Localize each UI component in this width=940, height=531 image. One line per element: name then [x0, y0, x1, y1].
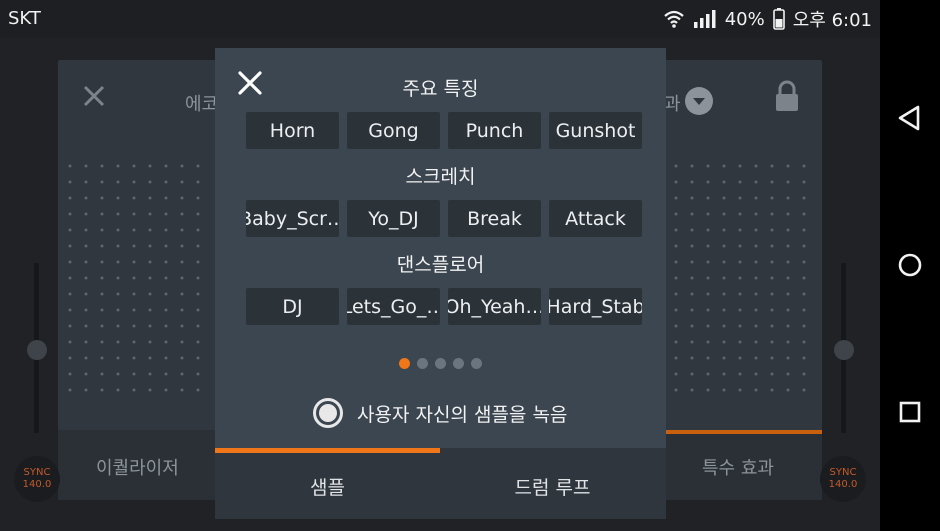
page-dot-3[interactable]	[435, 358, 446, 369]
wifi-icon	[663, 9, 685, 29]
modal-tab-bar: 샘플 드럼 루프	[215, 448, 666, 519]
bg-close-icon	[80, 82, 108, 110]
sample-button-dj[interactable]: DJ	[246, 288, 339, 325]
sample-button-break[interactable]: Break	[448, 200, 541, 237]
bg-effect-label: 에코	[185, 94, 219, 115]
recent-apps-icon[interactable]	[894, 396, 926, 428]
main-features-row: Horn Gong Punch Gunshot	[246, 112, 642, 149]
sample-button-hard-stab[interactable]: Hard_Stab	[549, 288, 642, 325]
home-icon[interactable]	[894, 249, 926, 281]
record-own-sample-label: 사용자 자신의 샘플을 녹음	[357, 403, 568, 426]
record-radio-icon[interactable]	[313, 398, 343, 428]
dancefloor-row: DJ Lets_Go_… Oh_Yeah… Hard_Stab	[246, 288, 642, 325]
right-pad-grid	[668, 158, 818, 398]
record-radio-dot	[319, 404, 337, 422]
sample-picker-dialog: 주요 특징 Horn Gong Punch Gunshot 스크레치 Baby_…	[215, 48, 666, 519]
chevron-down-icon	[684, 86, 714, 120]
carrier-label: SKT	[8, 8, 41, 29]
section-title-main-features: 주요 특징	[402, 78, 479, 100]
bg-tab-indicator	[640, 430, 822, 434]
section-title-scratch: 스크레치	[405, 166, 476, 188]
sync-label: SYNC	[829, 467, 857, 478]
page-indicator	[215, 358, 666, 369]
bpm-readout: 140.0	[22, 479, 52, 490]
sample-button-attack[interactable]: Attack	[549, 200, 642, 237]
sample-button-horn[interactable]: Horn	[246, 112, 339, 149]
signal-icon	[693, 10, 717, 28]
sample-button-gong[interactable]: Gong	[347, 112, 440, 149]
battery-percent: 40%	[724, 8, 765, 30]
record-own-sample-button[interactable]: 사용자 자신의 샘플을 녹음	[313, 398, 567, 428]
scratch-row: Baby_Scr… Yo_DJ Break Attack	[246, 200, 642, 237]
right-sync-button: SYNC 140.0	[820, 456, 866, 502]
left-pad-grid	[62, 158, 212, 398]
clock: 오후 6:01	[792, 10, 872, 31]
sync-label: SYNC	[23, 467, 51, 478]
page-dot-5[interactable]	[471, 358, 482, 369]
sample-button-oh-yeah[interactable]: Oh_Yeah…	[448, 288, 541, 325]
sample-button-gunshot[interactable]: Gunshot	[549, 112, 642, 149]
bg-effect-label-right: 과	[664, 94, 681, 115]
left-sync-button: SYNC 140.0	[14, 456, 60, 502]
bg-equalizer-tab: 이퀄라이저	[96, 458, 179, 479]
right-pitch-knob	[834, 340, 854, 360]
page-dot-2[interactable]	[417, 358, 428, 369]
sample-button-lets-go[interactable]: Lets_Go_…	[347, 288, 440, 325]
status-icons: 40% 오후 6:01	[663, 6, 872, 32]
section-title-dancefloor: 댄스플로어	[396, 254, 485, 276]
left-pitch-knob	[27, 340, 47, 360]
tab-drum-loops[interactable]: 드럼 루프	[440, 448, 665, 519]
sample-button-baby-scratch[interactable]: Baby_Scr…	[246, 200, 339, 237]
bg-fx-tab: 특수 효과	[702, 458, 774, 479]
tab-samples[interactable]: 샘플	[215, 448, 440, 519]
navigation-bar	[880, 0, 940, 531]
bpm-readout: 140.0	[828, 479, 858, 490]
battery-icon	[772, 8, 785, 30]
status-bar: SKT 40% 오후 6:01	[0, 0, 880, 38]
bg-right-tab-bar: 특수 효과	[640, 430, 822, 500]
page-dot-1[interactable]	[399, 358, 410, 369]
sample-button-yo-dj[interactable]: Yo_DJ	[347, 200, 440, 237]
page-dot-4[interactable]	[453, 358, 464, 369]
sample-button-punch[interactable]: Punch	[448, 112, 541, 149]
back-icon[interactable]	[894, 102, 926, 134]
lock-icon	[774, 80, 800, 116]
